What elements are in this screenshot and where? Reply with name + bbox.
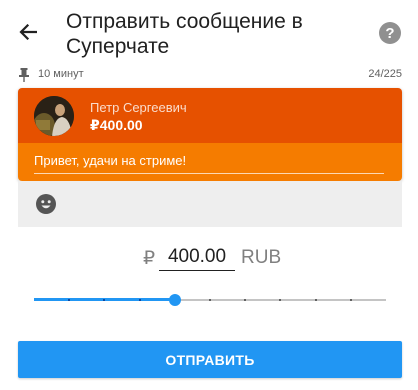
message-text[interactable]: Привет, удачи на стриме! <box>34 153 186 168</box>
avatar <box>34 96 74 136</box>
slider-tick <box>244 299 247 301</box>
arrow-back-icon <box>19 24 37 40</box>
back-button[interactable] <box>16 20 40 44</box>
message-underline <box>34 173 384 174</box>
slider-tick <box>314 299 317 301</box>
meta-row: 10 минут 24/225 <box>18 67 402 83</box>
emoji-bar <box>18 181 402 227</box>
superchat-preview-card: Петр Сергеевич ₽400.00 Привет, удачи на … <box>18 88 402 181</box>
amount-input[interactable] <box>159 244 235 271</box>
char-counter: 24/225 <box>368 68 402 80</box>
page-title: Отправить сообщение в Суперчате <box>66 10 303 58</box>
pin-duration: 10 минут <box>38 68 84 80</box>
emoji-icon[interactable] <box>36 194 56 214</box>
amount-row: ₽ RUB <box>0 244 418 272</box>
header: Отправить сообщение в Суперчате ? <box>0 0 418 62</box>
author-name: Петр Сергеевич <box>90 100 187 115</box>
slider-tick <box>349 299 352 301</box>
slider-tick <box>68 299 71 301</box>
help-icon[interactable]: ? <box>379 22 401 44</box>
card-header: Петр Сергеевич ₽400.00 <box>18 88 402 143</box>
slider-thumb[interactable] <box>168 294 181 306</box>
currency-symbol: ₽ <box>143 248 156 269</box>
slider-tick <box>138 299 141 301</box>
currency-code: RUB <box>241 247 282 268</box>
send-button[interactable]: ОТПРАВИТЬ <box>18 341 402 378</box>
slider-tick <box>103 299 106 301</box>
slider-tick <box>209 299 211 301</box>
card-message-area: Привет, удачи на стриме! <box>18 143 402 181</box>
amount-slider[interactable] <box>34 290 386 310</box>
donation-amount: ₽400.00 <box>90 117 143 133</box>
slider-tick <box>279 299 282 301</box>
pin-icon <box>19 68 29 82</box>
